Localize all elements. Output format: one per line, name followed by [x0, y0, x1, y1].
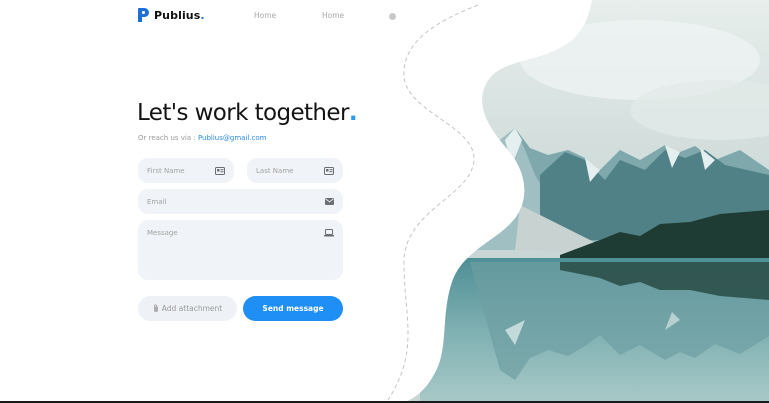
message-placeholder: Message	[147, 229, 178, 237]
brand-logo[interactable]: Publius.	[138, 8, 205, 22]
logo-mark-icon	[138, 8, 149, 22]
id-card-icon	[324, 167, 334, 175]
add-attachment-button[interactable]: Add attachment	[138, 296, 237, 321]
nav-link-home-secondary[interactable]: Home	[322, 11, 344, 20]
send-message-button[interactable]: Send message	[243, 296, 343, 321]
mail-icon	[325, 198, 334, 205]
add-attachment-label: Add attachment	[161, 304, 223, 313]
last-name-field[interactable]: Last Name	[247, 158, 343, 183]
last-name-placeholder: Last Name	[256, 167, 294, 175]
laptop-icon	[324, 229, 334, 237]
first-name-field[interactable]: First Name	[138, 158, 234, 183]
email-field[interactable]: Email	[138, 189, 343, 214]
brand-name: Publius.	[154, 8, 205, 22]
send-message-label: Send message	[262, 304, 324, 313]
page-title: Let's work together.	[137, 100, 358, 126]
contact-email-link[interactable]: Publius@gmail.com	[198, 134, 267, 142]
id-card-icon	[215, 167, 225, 175]
paperclip-icon	[153, 304, 158, 312]
mountain-lake-photo	[387, 0, 769, 403]
contact-subtitle: Or reach us via : Publius@gmail.com	[138, 134, 267, 142]
first-name-placeholder: First Name	[147, 167, 185, 175]
message-field[interactable]: Message	[138, 220, 343, 280]
nav-dot-icon[interactable]	[389, 13, 396, 20]
nav-link-home[interactable]: Home	[254, 11, 276, 20]
email-placeholder: Email	[147, 198, 167, 206]
